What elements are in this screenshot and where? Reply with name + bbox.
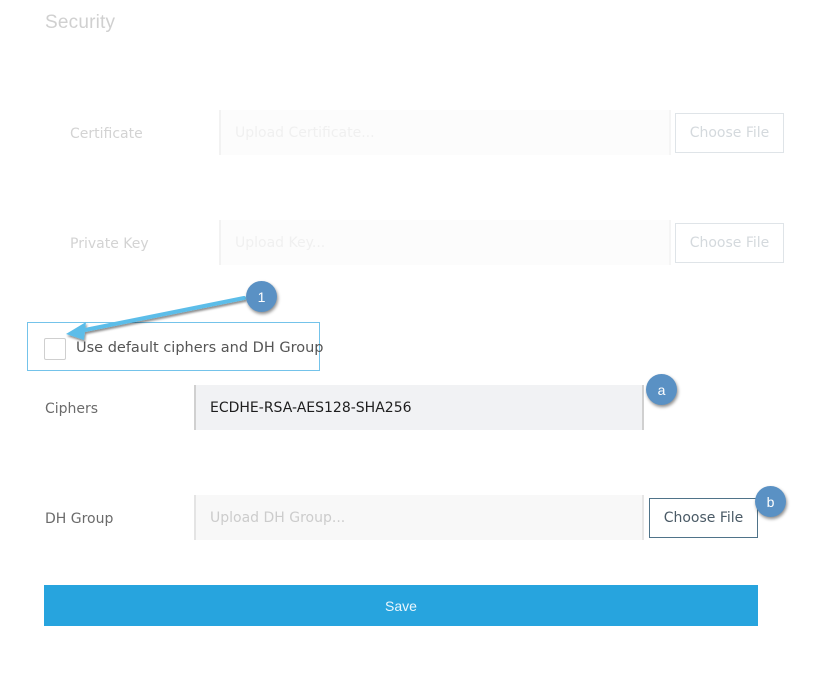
default-ciphers-label[interactable]: Use default ciphers and DH Group xyxy=(76,340,323,356)
save-button[interactable]: Save xyxy=(44,585,758,626)
page-title: Security xyxy=(45,12,116,33)
certificate-choose-file-button[interactable]: Choose File xyxy=(675,113,784,153)
ciphers-label: Ciphers xyxy=(45,401,99,417)
callout-badge-b: b xyxy=(755,486,786,517)
ciphers-input[interactable]: ECDHE-RSA-AES128-SHA256 xyxy=(194,385,644,430)
certificate-input[interactable]: Upload Certificate... xyxy=(219,110,671,155)
dh-group-label: DH Group xyxy=(45,511,114,527)
dh-group-choose-file-button[interactable]: Choose File xyxy=(649,498,758,538)
private-key-label: Private Key xyxy=(70,236,149,252)
certificate-placeholder: Upload Certificate... xyxy=(235,124,375,141)
ciphers-value: ECDHE-RSA-AES128-SHA256 xyxy=(210,399,412,416)
callout-badge-a: a xyxy=(646,374,677,405)
private-key-choose-file-button[interactable]: Choose File xyxy=(675,223,784,263)
default-ciphers-checkbox[interactable] xyxy=(44,338,66,360)
dh-group-input[interactable]: Upload DH Group... xyxy=(194,495,644,540)
callout-badge-1: 1 xyxy=(246,281,277,312)
private-key-placeholder: Upload Key... xyxy=(235,234,326,251)
dh-group-placeholder: Upload DH Group... xyxy=(210,509,346,526)
private-key-input[interactable]: Upload Key... xyxy=(219,220,671,265)
certificate-label: Certificate xyxy=(70,126,143,142)
